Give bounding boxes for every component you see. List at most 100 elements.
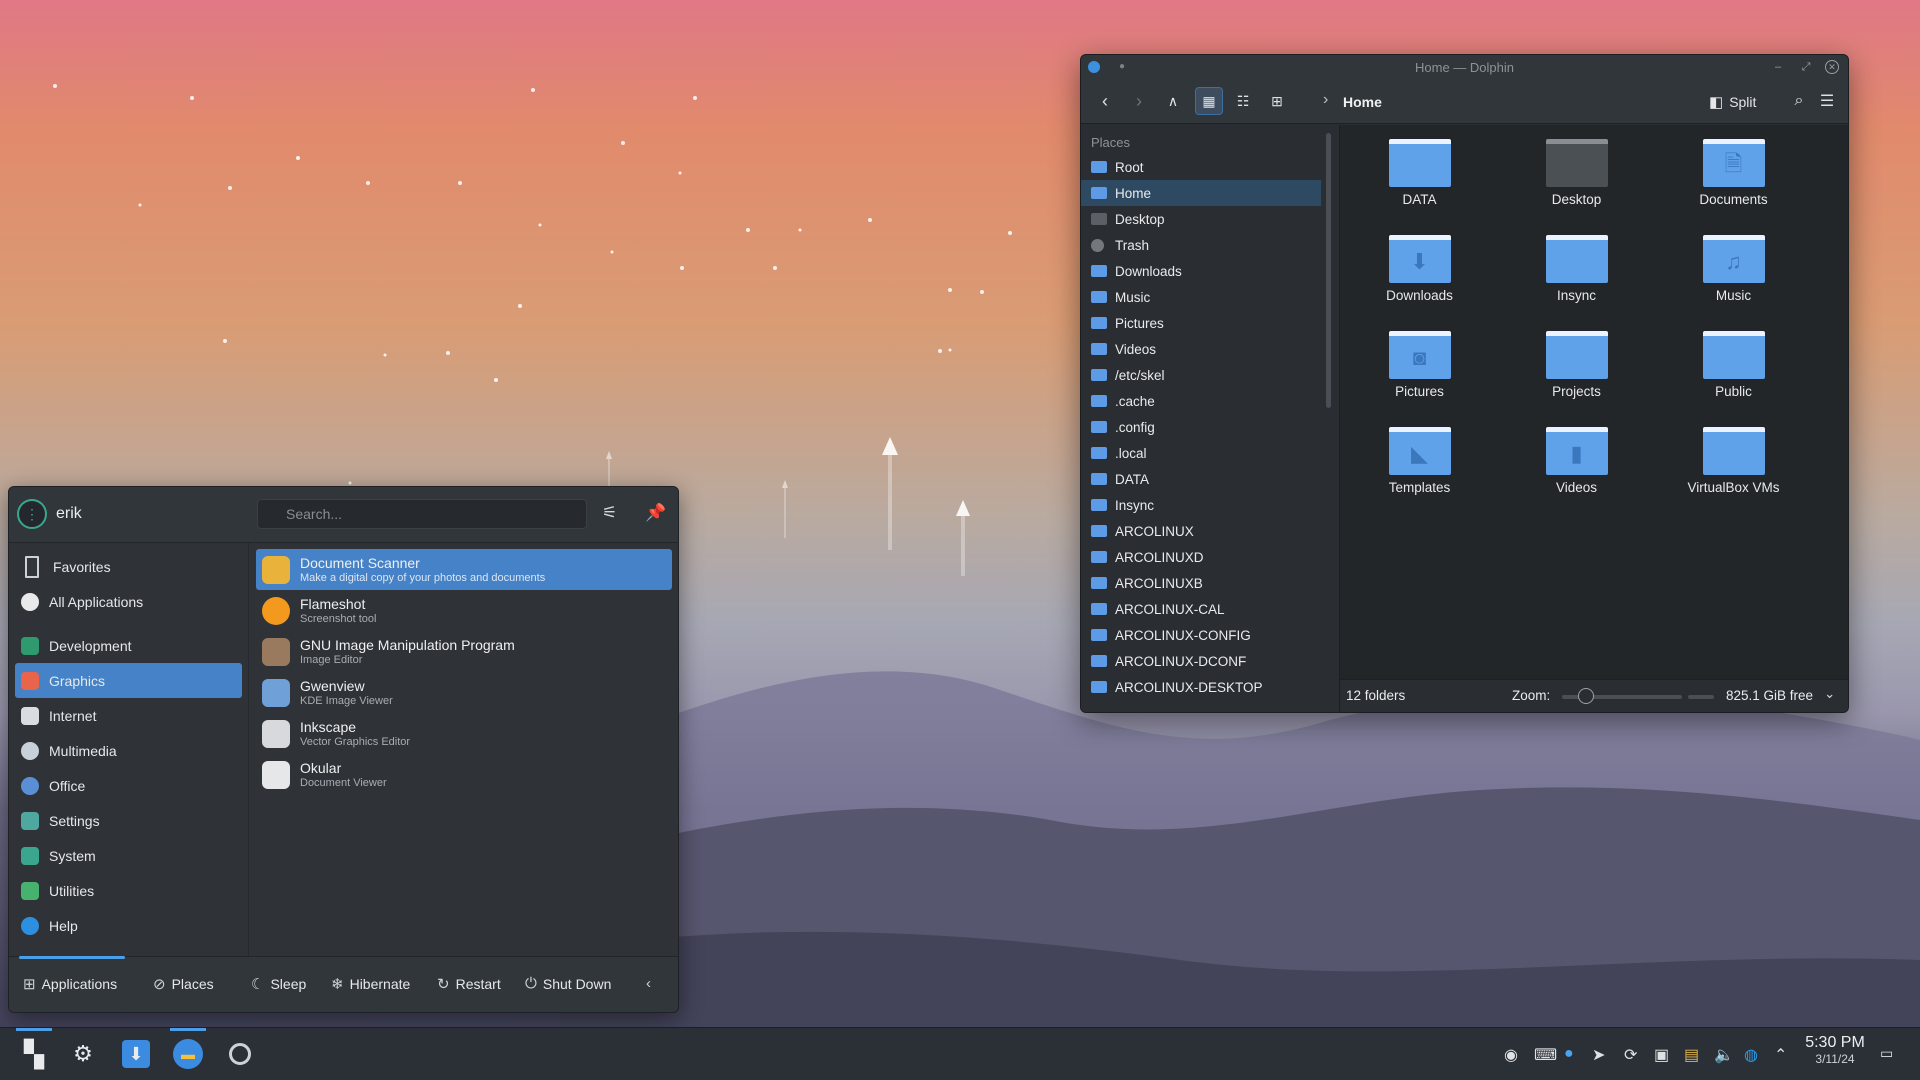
- places-item[interactable]: Home: [1081, 180, 1321, 206]
- places-item[interactable]: ARCOLINUX-DESKTOP: [1081, 674, 1321, 700]
- places-item[interactable]: DATA: [1081, 466, 1321, 492]
- compact-view-button[interactable]: ☷: [1229, 87, 1257, 115]
- places-item[interactable]: ARCOLINUX-CAL: [1081, 596, 1321, 622]
- category-item[interactable]: Help: [15, 908, 242, 943]
- avatar[interactable]: ⋮: [17, 499, 47, 529]
- sync-icon[interactable]: ⟳: [1624, 1045, 1637, 1065]
- split-button[interactable]: ◧ Split: [1709, 93, 1756, 111]
- restart-button[interactable]: ↻ Restart: [437, 975, 501, 993]
- folder-item[interactable]: ◣ Templates: [1341, 419, 1498, 495]
- places-item[interactable]: /etc/skel: [1081, 362, 1321, 388]
- folder-item[interactable]: Public: [1655, 323, 1812, 399]
- clipboard-icon[interactable]: ▤: [1684, 1045, 1699, 1065]
- category-item[interactable]: Internet: [15, 698, 242, 733]
- launcher-footer: ⊞ Applications ⊘ Places ☾ Sleep ❄ Hibernate …: [9, 956, 678, 1012]
- terminal-icon[interactable]: ▣: [1654, 1045, 1669, 1065]
- close-icon[interactable]: ✕: [1825, 60, 1839, 74]
- clock[interactable]: 5:30 PM 3/11/24: [1800, 1034, 1870, 1066]
- telegram-icon[interactable]: ●: [1564, 1045, 1574, 1063]
- zoom-slider-handle[interactable]: [1578, 688, 1594, 704]
- places-item[interactable]: Downloads: [1081, 258, 1321, 284]
- menu-button[interactable]: ☰: [1813, 87, 1841, 115]
- search-button[interactable]: ⌕: [1785, 87, 1813, 115]
- places-item[interactable]: Desktop: [1081, 206, 1321, 232]
- folder-item[interactable]: Desktop: [1498, 131, 1655, 207]
- sleep-button[interactable]: ☾ Sleep: [251, 975, 306, 993]
- details-view-button[interactable]: ⊞: [1263, 87, 1291, 115]
- pin-icon[interactable]: 📌: [645, 503, 666, 523]
- free-space[interactable]: 825.1 GiB free: [1726, 688, 1813, 703]
- category-item[interactable]: Settings: [15, 803, 242, 838]
- folder-item[interactable]: ⬇ Downloads: [1341, 227, 1498, 303]
- folder-item[interactable]: ◙ Pictures: [1341, 323, 1498, 399]
- app-item[interactable]: Inkscape Vector Graphics Editor: [256, 713, 672, 754]
- taskbar-downloader[interactable]: ⬇: [118, 1036, 154, 1072]
- category-item[interactable]: Multimedia: [15, 733, 242, 768]
- tab-places[interactable]: ⊘ Places: [153, 975, 214, 993]
- category-item[interactable]: Graphics: [15, 663, 242, 698]
- folder-item[interactable]: ▮ Videos: [1498, 419, 1655, 495]
- places-item[interactable]: Trash: [1081, 232, 1321, 258]
- places-item[interactable]: ARCOLINUX-DCONF: [1081, 648, 1321, 674]
- folder-icon: [1091, 681, 1107, 693]
- network-icon[interactable]: ◍: [1744, 1045, 1758, 1065]
- folder-item[interactable]: 🗎 Documents: [1655, 131, 1812, 207]
- forward-button[interactable]: ›: [1125, 87, 1153, 115]
- restart-icon: ↻: [437, 976, 450, 993]
- app-item[interactable]: Gwenview KDE Image Viewer: [256, 672, 672, 713]
- taskbar-settings[interactable]: ⚙: [65, 1036, 101, 1072]
- app-item[interactable]: Document Scanner Make a digital copy of y…: [256, 549, 672, 590]
- tab-applications[interactable]: ⊞ Applications: [23, 975, 117, 993]
- places-item[interactable]: ARCOLINUXB: [1081, 570, 1321, 596]
- search-input[interactable]: Search...: [257, 499, 587, 529]
- places-scrollbar[interactable]: [1321, 125, 1339, 712]
- folder-item[interactable]: ♫ Music: [1655, 227, 1812, 303]
- places-item[interactable]: .config: [1081, 414, 1321, 440]
- places-item[interactable]: Videos: [1081, 336, 1321, 362]
- places-item[interactable]: Insync: [1081, 492, 1321, 518]
- folder-item[interactable]: DATA: [1341, 131, 1498, 207]
- places-item[interactable]: Music: [1081, 284, 1321, 310]
- app-launcher-button[interactable]: ▚: [16, 1036, 52, 1072]
- icons-view-button[interactable]: ▦: [1195, 87, 1223, 115]
- back-button[interactable]: ‹: [1091, 87, 1119, 115]
- app-name: Flameshot: [300, 596, 366, 612]
- places-item[interactable]: Root: [1081, 154, 1321, 180]
- discord-icon[interactable]: ◉: [1504, 1045, 1518, 1065]
- chevron-down-icon[interactable]: ⌄: [1824, 686, 1835, 702]
- minimize-icon[interactable]: –: [1771, 60, 1785, 74]
- app-item[interactable]: Okular Document Viewer: [256, 754, 672, 795]
- taskbar-dolphin[interactable]: ▬: [170, 1036, 206, 1072]
- category-item[interactable]: All Applications: [15, 584, 242, 619]
- show-desktop-icon[interactable]: ▭: [1880, 1045, 1893, 1062]
- breadcrumb[interactable]: Home: [1343, 94, 1382, 110]
- category-item[interactable]: Favorites: [15, 549, 242, 584]
- places-item[interactable]: ARCOLINUX: [1081, 518, 1321, 544]
- taskbar-chrome[interactable]: [222, 1036, 258, 1072]
- maximize-icon[interactable]: ⤢: [1799, 60, 1813, 74]
- app-item[interactable]: GNU Image Manipulation Program Image Edit…: [256, 631, 672, 672]
- more-button[interactable]: ‹: [646, 975, 651, 992]
- category-item[interactable]: Utilities: [15, 873, 242, 908]
- app-item[interactable]: Flameshot Screenshot tool: [256, 590, 672, 631]
- folder-item[interactable]: Insync: [1498, 227, 1655, 303]
- dolphin-titlebar[interactable]: ● Home — Dolphin – ⤢ ✕: [1081, 55, 1848, 79]
- configure-icon[interactable]: ⚟: [602, 503, 617, 523]
- places-item[interactable]: .local: [1081, 440, 1321, 466]
- folder-item[interactable]: Projects: [1498, 323, 1655, 399]
- places-item[interactable]: Pictures: [1081, 310, 1321, 336]
- up-button[interactable]: ∧: [1159, 87, 1187, 115]
- category-item[interactable]: Development: [15, 628, 242, 663]
- folder-item[interactable]: VirtualBox VMs: [1655, 419, 1812, 495]
- category-item[interactable]: System: [15, 838, 242, 873]
- places-item[interactable]: .cache: [1081, 388, 1321, 414]
- volume-icon[interactable]: 🔈: [1714, 1045, 1734, 1065]
- send-icon[interactable]: ➤: [1592, 1045, 1605, 1065]
- category-item[interactable]: Office: [15, 768, 242, 803]
- places-item[interactable]: ARCOLINUX-CONFIG: [1081, 622, 1321, 648]
- keyboard-icon[interactable]: ⌨: [1534, 1045, 1557, 1065]
- places-item[interactable]: ARCOLINUXD: [1081, 544, 1321, 570]
- hibernate-button[interactable]: ❄ Hibernate: [331, 975, 410, 993]
- shutdown-button[interactable]: ⏻ Shut Down: [525, 975, 611, 992]
- chevron-up-icon[interactable]: ⌃: [1774, 1045, 1787, 1065]
